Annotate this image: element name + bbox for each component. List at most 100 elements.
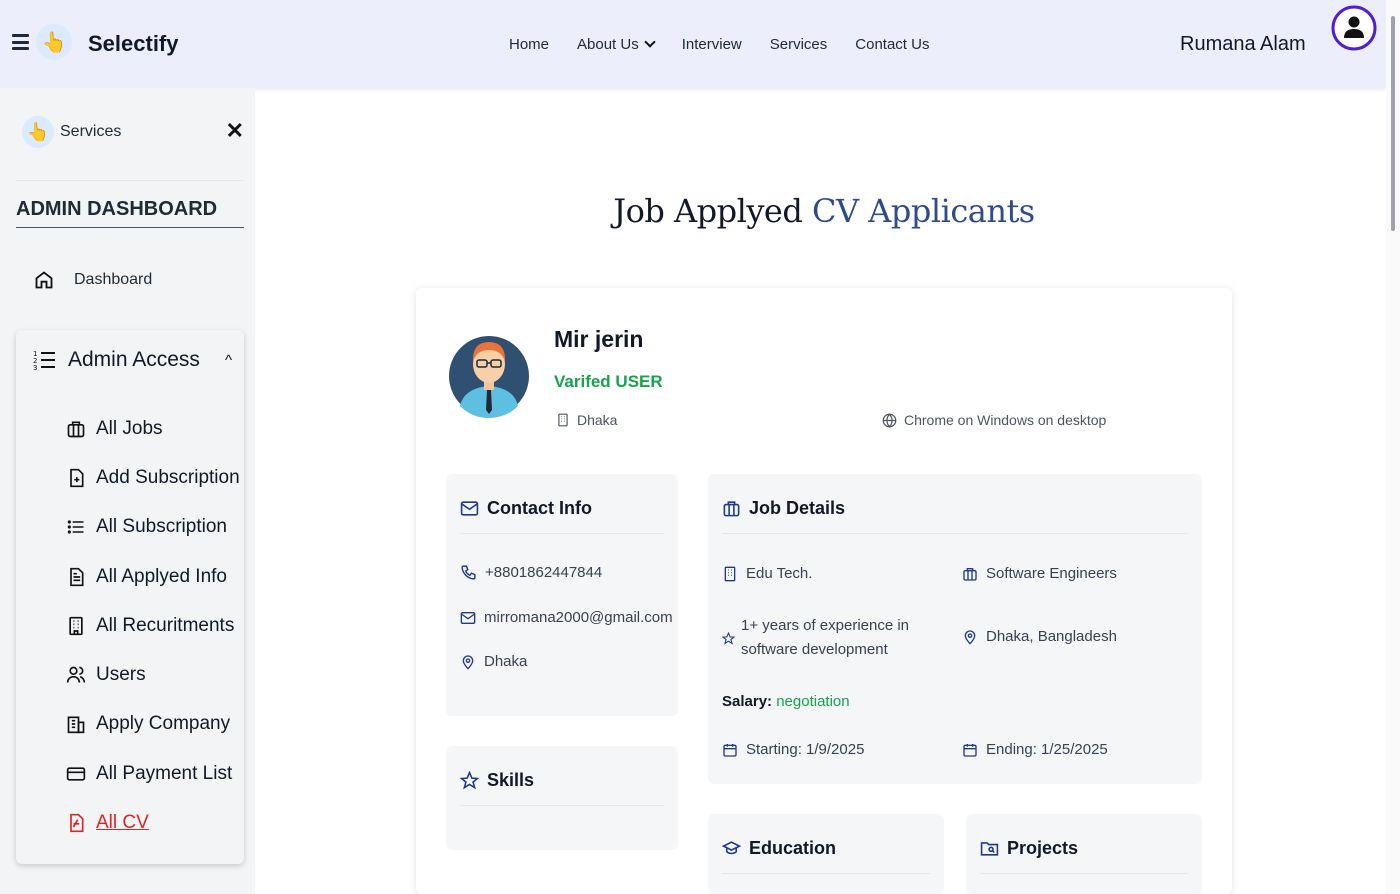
job-ending-text: Ending: 1/25/2025: [986, 741, 1108, 758]
education-heading: Education: [749, 838, 837, 858]
job-company: Edu Tech.: [722, 565, 812, 582]
mail-icon: [460, 501, 479, 516]
sidebar-item-label: All Payment List: [96, 762, 233, 784]
job-location-text: Dhaka, Bangladesh: [986, 628, 1117, 645]
building-icon: [724, 566, 736, 581]
sidebar-item-label: Add Subscription: [96, 466, 240, 488]
phone-icon: [461, 565, 476, 580]
chevron-up-icon[interactable]: ^: [225, 352, 232, 369]
skills-box: Skills: [446, 746, 678, 850]
sidebar-services-label[interactable]: Services: [60, 123, 121, 141]
close-icon[interactable]: ✕: [226, 120, 244, 142]
file-text-icon: [70, 567, 84, 586]
sidebar-item-users[interactable]: Users: [66, 650, 240, 699]
sidebar-dashboard-label: Dashboard: [74, 271, 153, 288]
applicant-location-text: Dhaka: [577, 412, 618, 428]
sidebar-item-dashboard[interactable]: Dashboard: [34, 270, 152, 290]
contact-email: mirromana2000@gmail.com: [460, 609, 673, 626]
admin-access-label: Admin Access: [68, 348, 200, 371]
nav-interview[interactable]: Interview: [682, 36, 742, 53]
job-ending-date: Ending: 1/25/2025: [962, 741, 1108, 758]
calendar-icon: [963, 743, 977, 757]
sidebar-item-add-subscription[interactable]: Add Subscription: [66, 453, 240, 502]
job-salary-label: Salary:: [722, 693, 773, 710]
verified-badge: Varifed USER: [554, 372, 663, 391]
map-pin-icon: [462, 654, 474, 670]
sidebar-item-label: Apply Company: [96, 713, 231, 735]
job-experience-line1: 1+ years of experience in: [741, 617, 910, 634]
projects-title: Projects: [980, 838, 1188, 874]
top-navbar: 👆 Selectify Home About Us Interview Serv…: [0, 0, 1386, 88]
svg-text:3: 3: [33, 364, 37, 371]
admin-dashboard-heading: ADMIN DASHBOARD: [16, 198, 244, 228]
sidebar: 👆 Services ✕ ADMIN DASHBOARD Dashboard 1…: [0, 88, 255, 894]
applicant-name: Mir jerin: [554, 326, 644, 352]
contact-info-title: Contact Info: [460, 498, 664, 534]
star-icon: [460, 771, 479, 790]
job-experience-line2: software development: [741, 641, 888, 658]
sidebar-item-all-cv[interactable]: All CV: [66, 798, 240, 847]
sidebar-item-all-payment-list[interactable]: All Payment List: [66, 749, 240, 798]
job-salary: Salary: negotiation: [722, 693, 850, 710]
hamburger-menu-icon[interactable]: [12, 34, 29, 50]
sidebar-item-apply-company[interactable]: Apply Company: [66, 700, 240, 749]
page-scrollbar[interactable]: [1386, 0, 1400, 894]
sidebar-item-label: All Subscription: [96, 516, 227, 538]
skills-title: Skills: [460, 770, 664, 806]
contact-email-text: mirromana2000@gmail.com: [484, 609, 673, 626]
building-icon: [558, 413, 568, 427]
file-plus-icon: [70, 468, 84, 488]
contact-info-box: Contact Info +8801862447844 mirromana200…: [446, 474, 678, 716]
sidebar-item-label: All Recuritments: [96, 614, 235, 636]
nav-home[interactable]: Home: [509, 36, 549, 53]
contact-address-text: Dhaka: [484, 653, 528, 670]
credit-card-icon: [66, 767, 86, 781]
applicant-location: Dhaka: [556, 412, 617, 428]
nav-contact-us[interactable]: Contact Us: [855, 36, 929, 53]
contact-phone-text: +8801862447844: [485, 564, 603, 581]
sidebar-item-all-recuritments[interactable]: All Recuritments: [66, 601, 240, 650]
applicant-avatar: [446, 333, 532, 419]
brand-logo-icon[interactable]: 👆: [36, 24, 72, 60]
education-box: Education: [708, 814, 944, 894]
page-title-part2: CV Applicants: [812, 192, 1035, 230]
sidebar-logo-icon: 👆: [22, 116, 54, 148]
calendar-icon: [723, 743, 737, 757]
user-name: Rumana Alam: [1180, 33, 1306, 55]
job-salary-value: negotiation: [776, 693, 850, 710]
job-experience: 1+ years of experience in software devel…: [722, 614, 909, 662]
nav-about-us[interactable]: About Us: [577, 36, 654, 53]
sidebar-item-label: All Jobs: [96, 417, 163, 439]
brand-name[interactable]: Selectify: [88, 31, 179, 57]
folder-search-icon: [980, 842, 999, 856]
nav-services[interactable]: Services: [770, 36, 828, 53]
mail-icon: [460, 611, 476, 624]
map-pin-icon: [964, 629, 976, 645]
ordered-list-icon: 1 2 3: [33, 350, 55, 371]
briefcase-icon: [963, 567, 977, 581]
job-location: Dhaka, Bangladesh: [962, 628, 1117, 645]
admin-access-panel: 1 2 3 Admin Access ^ All Jobs Add Subscr…: [16, 330, 244, 864]
user-avatar-icon[interactable]: [1331, 5, 1377, 51]
sidebar-item-all-applyed-info[interactable]: All Applyed Info: [66, 552, 240, 601]
education-title: Education: [722, 838, 930, 874]
contact-phone: +8801862447844: [460, 564, 602, 581]
contact-info-heading: Contact Info: [487, 498, 592, 518]
job-starting-text: Starting: 1/9/2025: [746, 741, 865, 758]
briefcase-icon: [723, 501, 740, 517]
job-details-heading: Job Details: [749, 498, 846, 518]
sidebar-item-all-jobs[interactable]: All Jobs: [66, 404, 240, 453]
scrollbar-thumb[interactable]: [1391, 16, 1395, 231]
job-starting-date: Starting: 1/9/2025: [722, 741, 864, 758]
job-company-text: Edu Tech.: [746, 565, 813, 582]
company-icon: [67, 716, 85, 734]
file-pdf-icon: [70, 813, 84, 833]
graduation-cap-icon: [722, 841, 741, 855]
sidebar-item-label: All CV: [96, 812, 149, 834]
admin-access-toggle[interactable]: 1 2 3 Admin Access ^: [32, 348, 232, 372]
sidebar-item-label: Users: [96, 664, 146, 686]
job-position-text: Software Engineers: [986, 565, 1117, 582]
job-details-title: Job Details: [722, 498, 1188, 534]
building-icon: [69, 616, 83, 635]
sidebar-item-all-subscription[interactable]: All Subscription: [66, 503, 240, 552]
